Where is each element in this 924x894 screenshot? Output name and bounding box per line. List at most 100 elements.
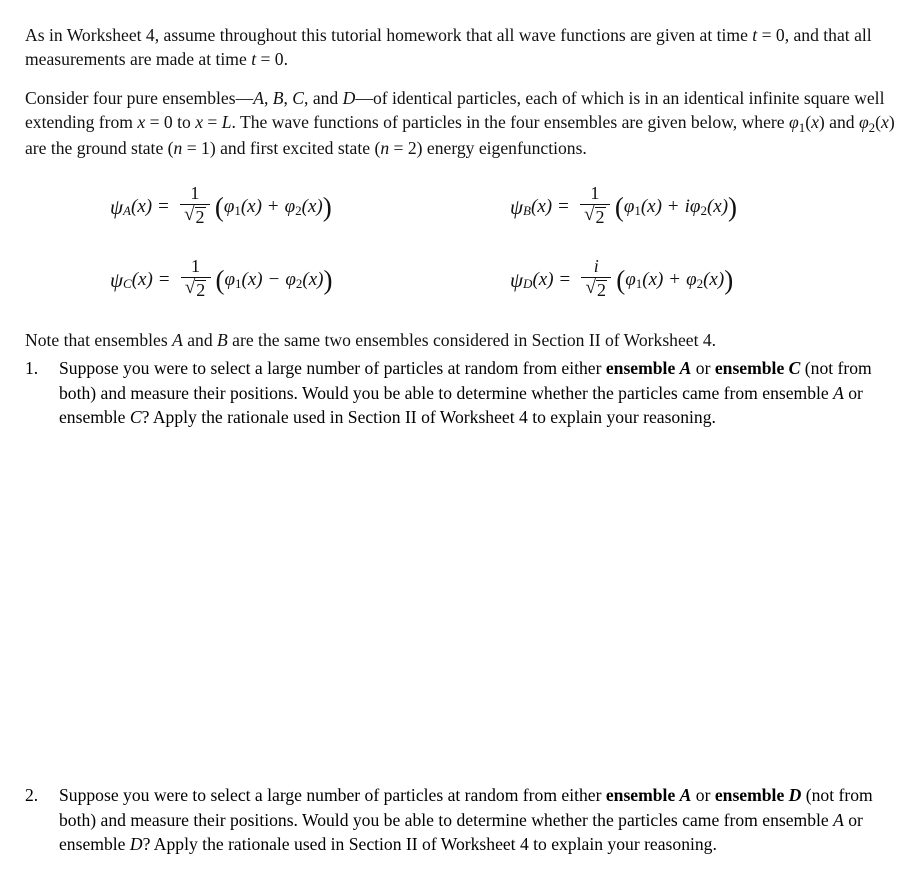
- psi-A-operator: +: [267, 196, 279, 217]
- psi-D-term1-symbol: φ: [625, 269, 636, 290]
- note-paragraph: Note that ensembles A and B are the same…: [25, 328, 905, 352]
- psi-B-term2-argument: (x): [706, 196, 729, 217]
- variable-x-3: x: [811, 111, 819, 132]
- note-ensemble-A: A: [172, 329, 183, 350]
- psi-C-fraction: 1 √ 2: [180, 257, 211, 300]
- psi-C-term1-subscript: 1: [235, 276, 242, 291]
- phi-1-symbol: φ: [788, 111, 799, 132]
- note-ensemble-B: B: [217, 329, 228, 350]
- psi-D-subscript: D: [523, 276, 533, 291]
- equation-row-2: ψ C (x) = 1 √ 2 (φ 1 (x) − φ 2 (x)) ψ D (x) = i √ 2 …: [0, 249, 924, 311]
- ensemble-label-D: D: [342, 87, 356, 108]
- psi-A-term2-symbol: φ: [284, 196, 296, 217]
- psi-D-term2-symbol: φ: [686, 269, 697, 290]
- ensemble-label-A: A: [253, 87, 264, 108]
- q1-text-b: or: [691, 358, 715, 378]
- psi-D-term2-subscript: 2: [696, 276, 704, 291]
- psi-D-term1-argument: (x): [642, 269, 664, 290]
- psi-D-radicand: 2: [595, 279, 607, 300]
- intro-p1-text-a: As in Worksheet 4, assume throughout thi…: [25, 24, 753, 45]
- psi-B-term1-symbol: φ: [623, 196, 635, 217]
- q2-bold-ensemble-1: ensemble: [605, 785, 680, 805]
- q1-text-e: ? Apply the rationale used in Section II…: [141, 407, 716, 428]
- psi-C-argument: (x): [131, 269, 153, 290]
- psi-D-close-paren: ): [724, 265, 734, 296]
- psi-C-operator: −: [268, 269, 280, 290]
- psi-A-radical-sign: √: [184, 204, 195, 226]
- psi-B-fraction: 1 √ 2: [579, 183, 610, 227]
- q1-bold-ensemble-2: ensemble: [714, 358, 789, 378]
- psi-B-numerator: 1: [590, 183, 600, 204]
- psi-C-subscript: C: [123, 276, 132, 291]
- intro-paragraph-2: Consider four pure ensembles—A, B, C, an…: [25, 86, 905, 161]
- psi-B-term2-subscript: 2: [700, 203, 707, 218]
- psi-A-subscript: A: [123, 203, 131, 218]
- note-text-a: Note that ensembles: [25, 329, 173, 350]
- psi-C-open-paren: (: [215, 265, 225, 296]
- psi-D-open-paren: (: [616, 265, 626, 296]
- question-1-body: Suppose you were to select a large numbe…: [59, 356, 905, 430]
- intro-p2-text-m: = 1) and first excited state (: [182, 138, 381, 158]
- equation-psi-D: ψ D (x) = i √ 2 (φ 1 (x) + φ 2 (x)): [510, 249, 733, 311]
- q2-text-a: Suppose you were to select a large numbe…: [59, 785, 606, 805]
- psi-B-term1-subscript: 1: [634, 203, 641, 218]
- equation-psi-C: ψ C (x) = 1 √ 2 (φ 1 (x) − φ 2 (x)): [110, 249, 332, 311]
- q1-bold-ensemble-1: ensemble: [605, 358, 680, 378]
- variable-x-2: x: [195, 111, 203, 132]
- question-2-body: Suppose you were to select a large numbe…: [59, 783, 905, 857]
- q1-text-a: Suppose you were to select a large numbe…: [59, 358, 606, 378]
- q1-bold-ensemble-letter-1: A: [679, 358, 692, 378]
- q1-bold-ensemble-letter-2: C: [788, 358, 801, 378]
- psi-B-close-paren: ): [728, 192, 738, 223]
- question-2-number: 2.: [25, 785, 39, 805]
- psi-D-symbol: ψ: [510, 267, 524, 292]
- psi-B-term2-symbol: φ: [689, 196, 701, 217]
- variable-x-4: x: [881, 111, 889, 132]
- psi-A-term2-subscript: 2: [295, 203, 302, 218]
- psi-B-operator: +: [667, 196, 679, 217]
- question-item-2: 2. Suppose you were to select a large nu…: [25, 783, 905, 857]
- psi-D-argument: (x): [532, 269, 554, 290]
- document-page: As in Worksheet 4, assume throughout thi…: [0, 0, 924, 894]
- psi-A-open-paren: (: [214, 192, 224, 223]
- intro-p2-sep-2: ,: [283, 87, 293, 108]
- question-item-1: 1. Suppose you were to select a large nu…: [25, 356, 905, 430]
- phi-1-subscript: 1: [798, 119, 806, 135]
- psi-B-argument: (x): [531, 196, 553, 217]
- psi-D-numerator: i: [593, 256, 599, 277]
- ensemble-label-C: C: [292, 87, 305, 108]
- intro-p2-text-n: = 2) energy eigenfunctions.: [389, 138, 587, 158]
- psi-C-close-paren: ): [323, 265, 333, 296]
- equation-row-1: ψ A (x) = 1 √ 2 (φ 1 (x) + φ 2 (x)) ψ B (x) = 1 √ 2 …: [0, 176, 924, 238]
- psi-B-term1-argument: (x): [640, 196, 662, 217]
- psi-B-radical-sign: √: [584, 204, 595, 226]
- phi-2-subscript: 2: [868, 119, 876, 135]
- psi-D-radical-sign: √: [585, 277, 596, 299]
- ensemble-label-B: B: [272, 87, 284, 108]
- equation-psi-A: ψ A (x) = 1 √ 2 (φ 1 (x) + φ 2 (x)): [110, 176, 332, 238]
- psi-B-equals: =: [558, 196, 569, 217]
- q2-bold-ensemble-2: ensemble: [714, 785, 789, 805]
- q1-ensemble-letter-A: A: [833, 382, 844, 403]
- note-text-c: are the same two ensembles considered in…: [227, 329, 717, 350]
- intro-p2-sep-1: ,: [263, 87, 273, 108]
- q2-ensemble-letter-D: D: [129, 834, 143, 855]
- psi-B-open-paren: (: [614, 192, 624, 223]
- quantum-number-n-1: n: [173, 138, 183, 158]
- question-1-number: 1.: [25, 358, 39, 378]
- q1-ensemble-letter-C: C: [129, 407, 142, 428]
- intro-paragraph-1: As in Worksheet 4, assume throughout thi…: [25, 23, 905, 71]
- psi-C-equals: =: [158, 269, 170, 290]
- psi-A-symbol: ψ: [110, 194, 124, 219]
- psi-D-equals: =: [559, 269, 571, 290]
- psi-D-term2-argument: (x): [703, 269, 725, 290]
- psi-A-equals: =: [158, 196, 169, 217]
- intro-p2-text-h: . The wave functions of particles in the…: [231, 111, 789, 132]
- psi-A-close-paren: ): [322, 192, 332, 223]
- intro-p2-text-f: = 0 to: [145, 111, 196, 132]
- intro-p2-sep-3: , and: [304, 87, 343, 108]
- answer-space-question-1[interactable]: [59, 470, 905, 775]
- psi-D-term1-subscript: 1: [635, 276, 643, 291]
- psi-C-symbol: ψ: [110, 267, 124, 292]
- note-text-b: and: [182, 329, 218, 350]
